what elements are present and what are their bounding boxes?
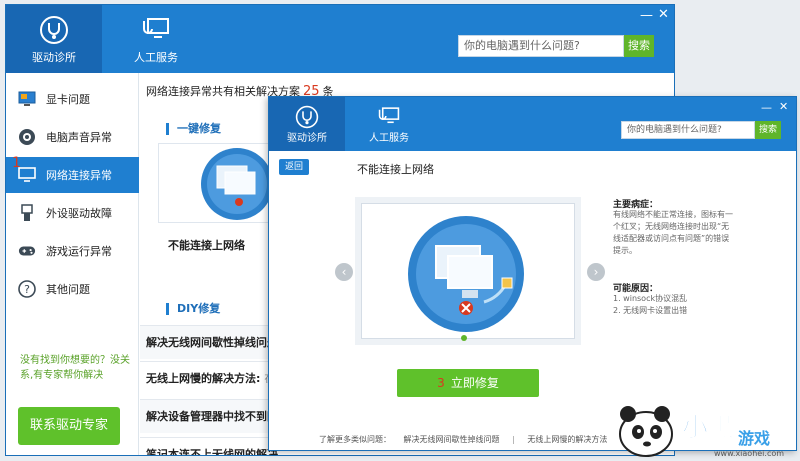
tab-driver-clinic[interactable]: 驱动诊所: [269, 97, 345, 151]
close-icon[interactable]: ✕: [658, 8, 669, 21]
tab-manual-service[interactable]: 人工服务: [351, 97, 427, 151]
sidebar-item-label: 其他问题: [46, 283, 90, 296]
monitor-support-icon: [143, 18, 169, 38]
sidebar-item-other[interactable]: ? 其他问题: [6, 271, 139, 307]
tab-label: 驱动诊所: [287, 133, 327, 144]
question-icon: ?: [18, 280, 36, 298]
next-arrow-icon[interactable]: ›: [587, 263, 605, 281]
svg-text:?: ?: [24, 283, 30, 296]
search-input[interactable]: 你的电脑遇到什么问题?: [621, 121, 755, 139]
link-separator: |: [512, 435, 515, 444]
sidebar-item-graphics[interactable]: 显卡问题: [6, 81, 139, 117]
speaker-icon: [18, 128, 36, 146]
header-bar: 驱动诊所 人工服务 — ✕ 你的电脑遇到什么问题? 搜索: [6, 5, 674, 73]
sidebar: 显卡问题 电脑声音异常 网络连接异常 1 外设驱动故障 游戏运行异常 ? 其他问…: [6, 73, 139, 455]
sidebar-item-label: 外设驱动故障: [46, 207, 112, 220]
usb-icon: [18, 204, 36, 222]
close-icon[interactable]: ✕: [779, 100, 788, 113]
sidebar-item-peripherals[interactable]: 外设驱动故障: [6, 195, 139, 231]
header-bar: 驱动诊所 人工服务 — ✕ 你的电脑遇到什么问题? 搜索: [269, 97, 796, 151]
sidebar-item-network[interactable]: 网络连接异常: [6, 157, 139, 193]
watermark-logo: 小黑 游戏 www.xiaohei.com: [604, 398, 800, 458]
sidebar-item-label: 网络连接异常: [46, 169, 112, 182]
gamepad-icon: [18, 242, 36, 260]
repair-now-button[interactable]: 3 立即修复: [397, 369, 539, 397]
sidebar-item-label: 电脑声音异常: [46, 131, 112, 144]
tab-label: 人工服务: [369, 133, 409, 144]
repair-now-label: 立即修复: [450, 376, 499, 390]
diy-row-title: 无线上网慢的解决方法:: [146, 372, 261, 385]
help-text: 没有找到你想要的？没关系,有专家帮你解决: [20, 355, 130, 381]
cause-item: 1. winsock协议混乱: [613, 294, 688, 303]
related-links: 了解更多类似问题： 解决无线网间歇性掉线问题 | 无线上网慢的解决方法: [319, 434, 617, 445]
related-link[interactable]: 无线上网慢的解决方法: [527, 435, 607, 444]
minimize-icon[interactable]: —: [640, 9, 653, 22]
back-button[interactable]: 返回: [279, 159, 309, 175]
network-monitor-icon: [408, 216, 524, 332]
tab-manual-service[interactable]: 人工服务: [110, 5, 202, 73]
watermark-brand: 小黑: [682, 413, 734, 443]
problem-preview: [361, 203, 575, 339]
related-label: 了解更多类似问题：: [319, 435, 391, 444]
diy-row-title: 解决无线网间歇性掉线问题: [146, 336, 278, 349]
step-marker-1: 1: [12, 155, 21, 171]
monitor-support-icon: [378, 107, 400, 124]
tab-label: 人工服务: [134, 51, 178, 64]
carousel-dot[interactable]: [461, 335, 467, 341]
panda-mascot-icon: 小黑 游戏 www.xiaohei.com: [619, 406, 784, 458]
sidebar-item-audio[interactable]: 电脑声音异常: [6, 119, 139, 155]
network-monitor-icon: [201, 148, 273, 220]
diy-row[interactable]: 笔记本连不上无线网的解决: [140, 437, 280, 456]
problem-title: 不能连接上网络: [357, 163, 434, 176]
prev-arrow-icon[interactable]: ‹: [335, 263, 353, 281]
fix-card-label: 不能连接上网络: [168, 239, 245, 252]
minimize-icon[interactable]: —: [761, 101, 772, 114]
diy-row-title: 笔记本连不上无线网的解决: [146, 448, 278, 456]
sidebar-item-label: 显卡问题: [46, 93, 90, 106]
section-one-click-fix: 一键修复: [166, 123, 221, 135]
tab-label: 驱动诊所: [32, 51, 76, 64]
sidebar-item-games[interactable]: 游戏运行异常: [6, 233, 139, 269]
tab-driver-clinic[interactable]: 驱动诊所: [6, 5, 102, 73]
graphics-card-icon: [18, 90, 36, 108]
svg-text:游戏: 游戏: [738, 429, 770, 448]
search-button[interactable]: 搜索: [624, 35, 654, 57]
diy-row-title: 解决设备管理器中找不到网: [146, 410, 278, 423]
stethoscope-icon: [40, 16, 68, 44]
sidebar-item-label: 游戏运行异常: [46, 245, 112, 258]
stethoscope-icon: [295, 105, 319, 129]
step-marker-3: 3: [437, 376, 445, 390]
cause-item: 2. 无线网卡设置出错: [613, 306, 688, 315]
search-button[interactable]: 搜索: [755, 121, 781, 139]
diy-row[interactable]: 解决无线网间歇性掉线问题: [140, 325, 280, 359]
fix-card[interactable]: [158, 143, 278, 223]
search-input[interactable]: 你的电脑遇到什么问题?: [458, 35, 624, 57]
diy-row[interactable]: 解决设备管理器中找不到网: [140, 399, 280, 433]
contact-expert-button[interactable]: 联系驱动专家: [18, 407, 120, 445]
symptom-text: 有线网络不能正常连接，图标有一个红叉；无线网络连接时出现“无线适配器或访问点有问…: [613, 210, 733, 255]
section-diy-fix: DIY修复: [166, 303, 220, 315]
related-link[interactable]: 解决无线网间歇性掉线问题: [404, 435, 500, 444]
watermark-url: www.xiaohei.com: [714, 449, 784, 458]
diy-row[interactable]: 无线上网慢的解决方法: 在使: [140, 361, 280, 395]
